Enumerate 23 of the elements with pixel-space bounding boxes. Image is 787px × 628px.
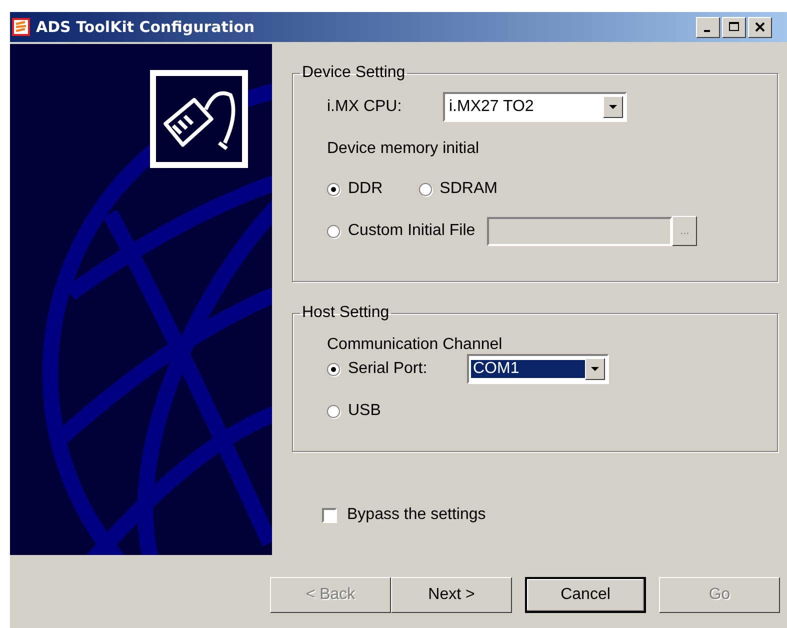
maximize-button[interactable] — [722, 16, 746, 38]
close-button[interactable] — [748, 16, 772, 38]
minimize-button[interactable] — [696, 16, 720, 38]
close-icon[interactable] — [755, 22, 765, 32]
maximize-icon[interactable] — [729, 22, 739, 32]
memory-label: Device memory initial — [327, 140, 480, 158]
radio-option[interactable]: SDRAM — [418, 180, 498, 198]
cpu-label: i.MX CPU: — [327, 98, 403, 116]
dialog-button[interactable]: Cancel — [525, 577, 646, 613]
window-title: ADS ToolKit Configuration — [36, 18, 256, 36]
cpu-dropdown[interactable]: i.MX27 TO2 — [443, 92, 627, 122]
radio-option[interactable]: Serial Port: — [327, 360, 467, 378]
radio-option[interactable]: DDR — [327, 180, 383, 198]
group-title: Device Setting — [301, 64, 406, 82]
network-plug-icon — [150, 70, 248, 168]
channel-label: Communication Channel — [327, 336, 504, 354]
bypass-checkbox[interactable]: Bypass the settings — [322, 506, 778, 524]
radio-option[interactable]: USB — [327, 402, 381, 420]
radio-option[interactable]: Custom Initial File — [327, 222, 476, 240]
app-logo-icon — [12, 18, 30, 36]
group-title: Host Setting — [301, 304, 390, 322]
port-dropdown[interactable]: COM1 — [467, 354, 609, 384]
dialog-button[interactable]: Next > — [391, 577, 512, 613]
